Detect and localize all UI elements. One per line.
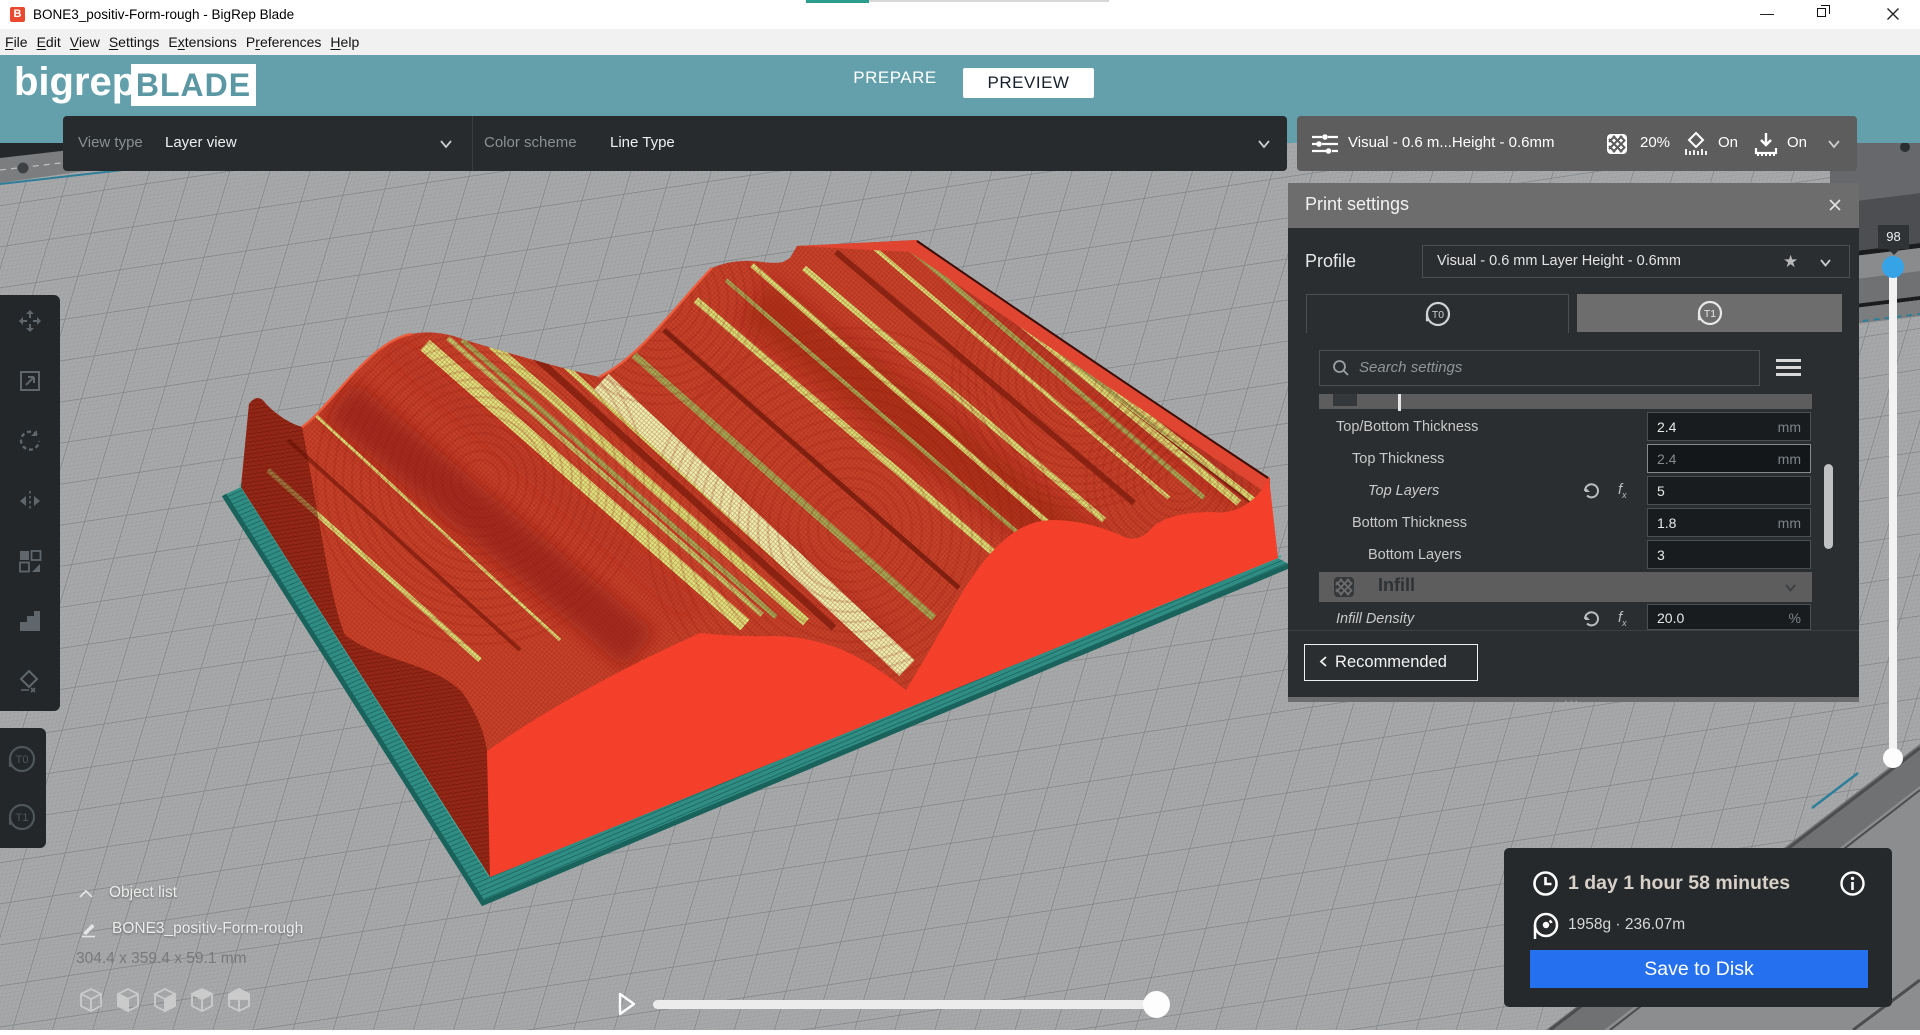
svg-text:T1: T1 [1703,309,1715,320]
svg-text:T0: T0 [1431,310,1443,321]
svg-text:T1: T1 [15,812,28,824]
svg-text:T0: T0 [15,754,28,766]
